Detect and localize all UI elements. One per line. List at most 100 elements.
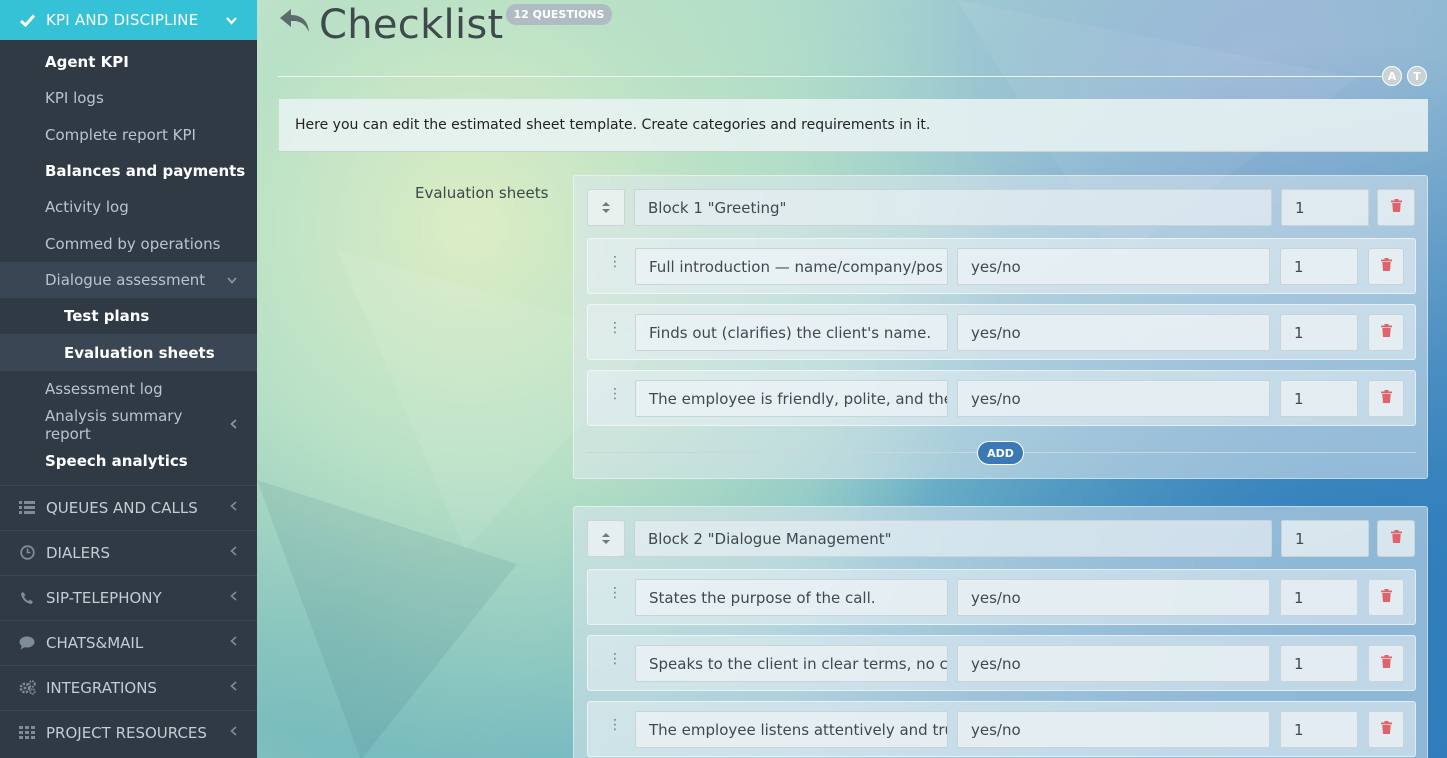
- sidebar-group-dialers[interactable]: DIALERS: [0, 529, 257, 575]
- delete-question-button[interactable]: [1368, 645, 1404, 682]
- question-type-select[interactable]: yes/no: [957, 248, 1270, 285]
- trash-icon: [1390, 199, 1402, 216]
- drag-handle-icon[interactable]: ⋮: [608, 585, 622, 601]
- trash-icon: [1380, 258, 1392, 275]
- clock-icon: [17, 545, 37, 560]
- question-type-select[interactable]: yes/no: [957, 579, 1270, 616]
- group-label: SIP-TELEPHONY: [46, 588, 162, 607]
- chevron-left-icon: [230, 725, 237, 740]
- delete-block-button[interactable]: [1377, 189, 1415, 226]
- sidebar-item-commed-by-operations[interactable]: Commed by operations: [0, 225, 257, 261]
- sidebar-item-complete-report-kpi[interactable]: Complete report KPI: [0, 117, 257, 153]
- question-row: ⋮ The employee listens attentively and t…: [587, 701, 1416, 757]
- question-weight-input[interactable]: 1: [1280, 380, 1358, 417]
- sidebar-item-label: Agent KPI: [45, 53, 129, 72]
- drag-handle-icon[interactable]: ⋮: [608, 320, 622, 336]
- question-weight-input[interactable]: 1: [1280, 248, 1358, 285]
- block-weight-input[interactable]: 1: [1281, 520, 1369, 557]
- block-name-input[interactable]: Block 2 "Dialogue Management": [634, 520, 1272, 557]
- question-row: ⋮ States the purpose of the call. yes/no…: [587, 569, 1416, 625]
- question-text-input[interactable]: The employee listens attentively and tru: [635, 711, 948, 748]
- question-text-input[interactable]: Finds out (clarifies) the client's name.: [635, 314, 948, 351]
- sidebar-item-label: Balances and payments: [45, 162, 246, 181]
- delete-question-button[interactable]: [1368, 711, 1404, 748]
- sort-handle-button[interactable]: [587, 189, 625, 226]
- drag-handle-icon[interactable]: ⋮: [608, 386, 622, 402]
- block-weight-input[interactable]: 1: [1281, 189, 1369, 226]
- sort-handle-button[interactable]: [587, 520, 625, 557]
- drag-handle-icon[interactable]: ⋮: [608, 717, 622, 733]
- delete-block-button[interactable]: [1377, 520, 1415, 557]
- chevron-down-icon: [227, 273, 237, 287]
- question-weight: 1: [1294, 389, 1304, 408]
- question-type-select[interactable]: yes/no: [957, 711, 1270, 748]
- question-text-input[interactable]: Speaks to the client in clear terms, no …: [635, 645, 948, 682]
- sidebar-item-analysis-summary-report[interactable]: Analysis summary report: [0, 407, 257, 443]
- question-weight: 1: [1294, 720, 1304, 739]
- question-type-select[interactable]: yes/no: [957, 314, 1270, 351]
- delete-question-button[interactable]: [1368, 248, 1404, 285]
- question-text: The employee is friendly, polite, and th…: [649, 389, 948, 408]
- question-type-select[interactable]: yes/no: [957, 380, 1270, 417]
- sidebar-item-speech-analytics[interactable]: Speech analytics: [0, 443, 257, 479]
- submenu-kpi: Agent KPI KPI logs Complete report KPI B…: [0, 40, 257, 485]
- sidebar-item-evaluation-sheets[interactable]: Evaluation sheets: [0, 334, 257, 371]
- question-row: ⋮ Finds out (clarifies) the client's nam…: [587, 304, 1416, 360]
- question-text-input[interactable]: The employee is friendly, polite, and th…: [635, 380, 948, 417]
- header-divider: [278, 76, 1386, 77]
- block-name-input[interactable]: Block 1 "Greeting": [634, 189, 1272, 226]
- trash-icon: [1390, 530, 1402, 547]
- question-weight-input[interactable]: 1: [1280, 711, 1358, 748]
- question-type-select[interactable]: yes/no: [957, 645, 1270, 682]
- delete-question-button[interactable]: [1368, 380, 1404, 417]
- question-text-input[interactable]: States the purpose of the call.: [635, 579, 948, 616]
- group-label: CHATS&MAIL: [46, 633, 144, 652]
- sidebar-item-kpi-logs[interactable]: KPI logs: [0, 80, 257, 116]
- sidebar-group-chats-mail[interactable]: CHATS&MAIL: [0, 619, 257, 665]
- question-weight-input[interactable]: 1: [1280, 645, 1358, 682]
- question-type: yes/no: [971, 720, 1021, 739]
- add-question-button[interactable]: ADD: [977, 441, 1024, 465]
- sidebar-group-project-resources[interactable]: PROJECT RESOURCES: [0, 709, 257, 755]
- sidebar-item-balances-and-payments[interactable]: Balances and payments: [0, 153, 257, 189]
- main-content: Checklist 12 QUESTIONS A T Here you can …: [257, 0, 1447, 758]
- section-kpi-and-discipline[interactable]: KPI AND DISCIPLINE: [0, 0, 257, 40]
- block-name-text: Block 1 "Greeting": [648, 198, 787, 217]
- toggle-a-button[interactable]: A: [1382, 66, 1402, 86]
- question-row: ⋮ Speaks to the client in clear terms, n…: [587, 635, 1416, 691]
- question-weight-input[interactable]: 1: [1280, 314, 1358, 351]
- question-weight-input[interactable]: 1: [1280, 579, 1358, 616]
- group-label: QUEUES AND CALLS: [46, 498, 198, 517]
- sidebar-group-sip-telephony[interactable]: SIP-TELEPHONY: [0, 574, 257, 620]
- sidebar-item-assessment-log[interactable]: Assessment log: [0, 371, 257, 407]
- drag-handle-icon[interactable]: ⋮: [608, 254, 622, 270]
- delete-question-button[interactable]: [1368, 579, 1404, 616]
- toggle-t-button[interactable]: T: [1407, 66, 1427, 86]
- page-title: Checklist: [319, 2, 504, 48]
- sidebar-item-label: Assessment log: [45, 379, 163, 398]
- delete-question-button[interactable]: [1368, 314, 1404, 351]
- question-type: yes/no: [971, 257, 1021, 276]
- back-arrow-icon[interactable]: [277, 5, 313, 46]
- drag-handle-icon[interactable]: ⋮: [608, 651, 622, 667]
- chevron-down-icon: [226, 11, 237, 29]
- sidebar-item-test-plans[interactable]: Test plans: [0, 298, 257, 335]
- page-header: Checklist 12 QUESTIONS: [277, 0, 613, 50]
- group-label: PROJECT RESOURCES: [46, 723, 207, 742]
- block-card: Block 2 "Dialogue Management" 1 ⋮ States…: [573, 506, 1428, 758]
- sidebar-item-label: Test plans: [64, 307, 150, 326]
- sidebar-item-label: Speech analytics: [45, 452, 188, 471]
- grid-icon: [17, 726, 37, 740]
- question-text: Full introduction — name/company/pos: [649, 257, 943, 276]
- sidebar-group-queues-and-calls[interactable]: QUEUES AND CALLS: [0, 484, 257, 530]
- section-label: KPI AND DISCIPLINE: [46, 11, 199, 29]
- sidebar-item-dialogue-assessment[interactable]: Dialogue assessment: [0, 261, 257, 299]
- sidebar-group-integrations[interactable]: INTEGRATIONS: [0, 664, 257, 710]
- sidebar-item-agent-kpi[interactable]: Agent KPI: [0, 44, 257, 80]
- info-text: Here you can edit the estimated sheet te…: [295, 117, 931, 133]
- question-text-input[interactable]: Full introduction — name/company/pos: [635, 248, 948, 285]
- questions-count-badge: 12 QUESTIONS: [505, 3, 613, 25]
- check-icon: [17, 13, 37, 27]
- trash-icon: [1380, 721, 1392, 738]
- sidebar-item-activity-log[interactable]: Activity log: [0, 189, 257, 225]
